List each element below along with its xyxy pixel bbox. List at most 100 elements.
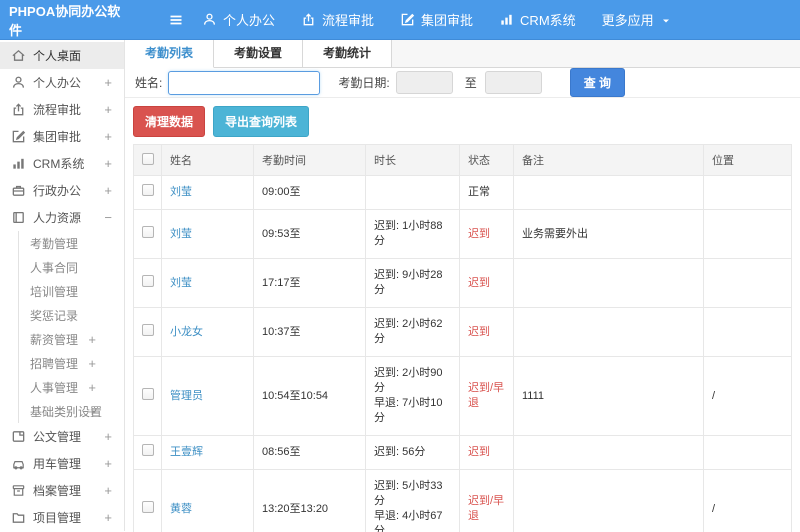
status-badge: 迟到/早退 — [468, 382, 505, 409]
sidebar-item[interactable]: 行政办公 + — [0, 177, 124, 204]
date-from-input[interactable] — [395, 71, 453, 94]
attendance-time: 10:37至 — [262, 325, 301, 338]
expand-toggle-icon[interactable]: + — [104, 183, 112, 198]
name-input[interactable] — [168, 70, 321, 95]
sidebar-item-label: 人事管理 — [30, 380, 79, 395]
navbar-item[interactable]: 个人办公 — [202, 10, 275, 29]
employee-name-link[interactable]: 管理员 — [170, 390, 203, 402]
navbar-item[interactable]: CRM系统 — [499, 10, 576, 29]
row-checkbox[interactable] — [141, 444, 154, 456]
name-cell: 王壹辉 — [161, 435, 254, 470]
attendance-time: 17:17至 — [262, 276, 301, 289]
expand-toggle-icon[interactable]: + — [104, 129, 112, 144]
select-all-checkbox[interactable] — [141, 152, 154, 165]
attendance-time: 13:20至13:20 — [262, 502, 329, 515]
expand-toggle-icon[interactable]: + — [88, 356, 96, 371]
status-badge: 正常 — [468, 186, 490, 198]
navbar-item[interactable]: 流程审批 — [301, 10, 374, 29]
expand-toggle-icon[interactable]: + — [104, 102, 112, 117]
duration-text: 迟到: 5小时33分 — [374, 480, 443, 507]
sidebar-item[interactable]: 人事管理 + — [18, 375, 124, 399]
employee-name-link[interactable]: 王壹辉 — [170, 446, 203, 458]
employee-name-link[interactable]: 小龙女 — [170, 326, 203, 338]
clean-data-button[interactable]: 清理数据 — [133, 106, 206, 137]
sidebar-item[interactable]: 招聘管理 + — [18, 351, 124, 375]
tab-item[interactable]: 考勤统计 — [303, 40, 393, 67]
expand-toggle-icon[interactable]: + — [104, 483, 112, 498]
employee-name-link[interactable]: 刘莹 — [170, 277, 192, 289]
sidebar-item[interactable]: CRM系统 + — [0, 150, 124, 177]
tab-bar: 考勤列表 考勤设置 考勤统计 — [125, 40, 800, 68]
checkbox-cell — [133, 469, 162, 532]
sidebar-item-label: 流程审批 — [33, 103, 82, 117]
employee-name-link[interactable]: 刘莹 — [170, 186, 192, 198]
attendance-time: 10:54至10:54 — [262, 389, 329, 402]
export-list-button[interactable]: 导出查询列表 — [213, 106, 310, 137]
duration-cell: 迟到: 5小时33分 早退: 4小时67分 — [365, 469, 460, 532]
sidebar-item[interactable]: 薪资管理 + — [18, 327, 124, 351]
sidebar-item[interactable]: 基础类别设置 + — [18, 399, 124, 423]
expand-toggle-icon[interactable]: + — [104, 429, 112, 444]
attendance-time: 09:53至 — [262, 227, 301, 240]
employee-name-link[interactable]: 黄蓉 — [170, 503, 192, 515]
expand-toggle-icon[interactable]: + — [104, 510, 112, 525]
select-all-header — [133, 144, 162, 176]
attendance-table-body: 刘莹 09:00至 正常 刘莹 09:53至 迟到: 1小时88分 迟到 业务需要外出 刘莹 17… — [133, 175, 792, 532]
duration-cell — [365, 175, 460, 210]
sidebar-item[interactable]: 项目管理 + — [0, 504, 124, 531]
column-header: 状态 — [459, 144, 514, 176]
expand-toggle-icon[interactable]: + — [104, 156, 112, 171]
time-cell: 13:20至13:20 — [253, 469, 366, 532]
expand-toggle-icon[interactable]: + — [88, 380, 96, 395]
sidebar-item[interactable]: 流程审批 + — [0, 96, 124, 123]
sidebar-item[interactable]: 集团审批 + — [0, 123, 124, 150]
navbar-item-label: 个人办公 — [223, 13, 276, 28]
location-text: / — [712, 502, 716, 515]
name-label: 姓名: — [135, 76, 163, 90]
car-icon — [11, 456, 26, 471]
expand-toggle-icon[interactable]: − — [104, 210, 112, 225]
navbar-item[interactable]: 更多应用 — [602, 10, 672, 29]
row-checkbox[interactable] — [141, 225, 154, 238]
sidebar-item[interactable]: 考勤管理 — [18, 231, 124, 255]
navbar-item[interactable]: 集团审批 — [400, 10, 473, 29]
sidebar-item[interactable]: 档案管理 + — [0, 477, 124, 504]
checkbox-cell — [133, 307, 162, 357]
sidebar-item[interactable]: 用车管理 + — [0, 450, 124, 477]
row-checkbox[interactable] — [141, 387, 154, 400]
time-cell: 09:00至 — [253, 175, 366, 210]
remark-cell — [513, 469, 704, 532]
column-header: 备注 — [513, 144, 704, 176]
row-checkbox[interactable] — [141, 500, 154, 513]
date-range-to-label: 至 — [464, 76, 477, 90]
remark-cell — [513, 307, 704, 357]
sidebar-item[interactable]: 奖惩记录 — [18, 303, 124, 327]
sidebar-item[interactable]: 个人桌面 — [0, 42, 124, 69]
sidebar-item[interactable]: 个人办公 + — [0, 69, 124, 96]
row-checkbox[interactable] — [141, 184, 154, 196]
app-logo: PHPOA协同办公软件 — [9, 3, 121, 38]
sidebar-item[interactable]: 人力资源 − — [0, 204, 124, 231]
row-checkbox[interactable] — [141, 323, 154, 336]
sidebar-item[interactable]: 公文管理 + — [0, 423, 124, 450]
content-panel: 考勤列表 考勤设置 考勤统计 姓名: 考勤日期: 至 查 询 清理数据 导出查询列表… — [125, 40, 800, 532]
row-checkbox[interactable] — [141, 274, 154, 287]
expand-toggle-icon[interactable]: + — [88, 332, 96, 347]
expand-toggle-icon[interactable]: + — [104, 456, 112, 471]
date-to-input[interactable] — [484, 71, 542, 94]
expand-toggle-icon[interactable]: + — [88, 404, 96, 419]
duration-text: 迟到: 2小时62分 — [374, 318, 443, 345]
tab-label: 考勤设置 — [234, 46, 283, 60]
query-button[interactable]: 查 询 — [569, 68, 626, 97]
expand-toggle-icon[interactable]: + — [104, 75, 112, 90]
status-cell: 迟到/早退 — [459, 469, 514, 532]
sidebar-item[interactable]: 培训管理 — [18, 279, 124, 303]
tab-item[interactable]: 考勤设置 — [214, 40, 304, 67]
hamburger-menu-icon[interactable] — [168, 12, 184, 28]
duration-text: 迟到: 1小时88分 — [374, 220, 443, 247]
status-badge: 迟到 — [468, 325, 490, 338]
sidebar-item[interactable]: 人事合同 — [18, 255, 124, 279]
sidebar-item-label: 人力资源 — [33, 211, 82, 225]
employee-name-link[interactable]: 刘莹 — [170, 228, 192, 240]
tab-item[interactable]: 考勤列表 — [125, 40, 215, 68]
